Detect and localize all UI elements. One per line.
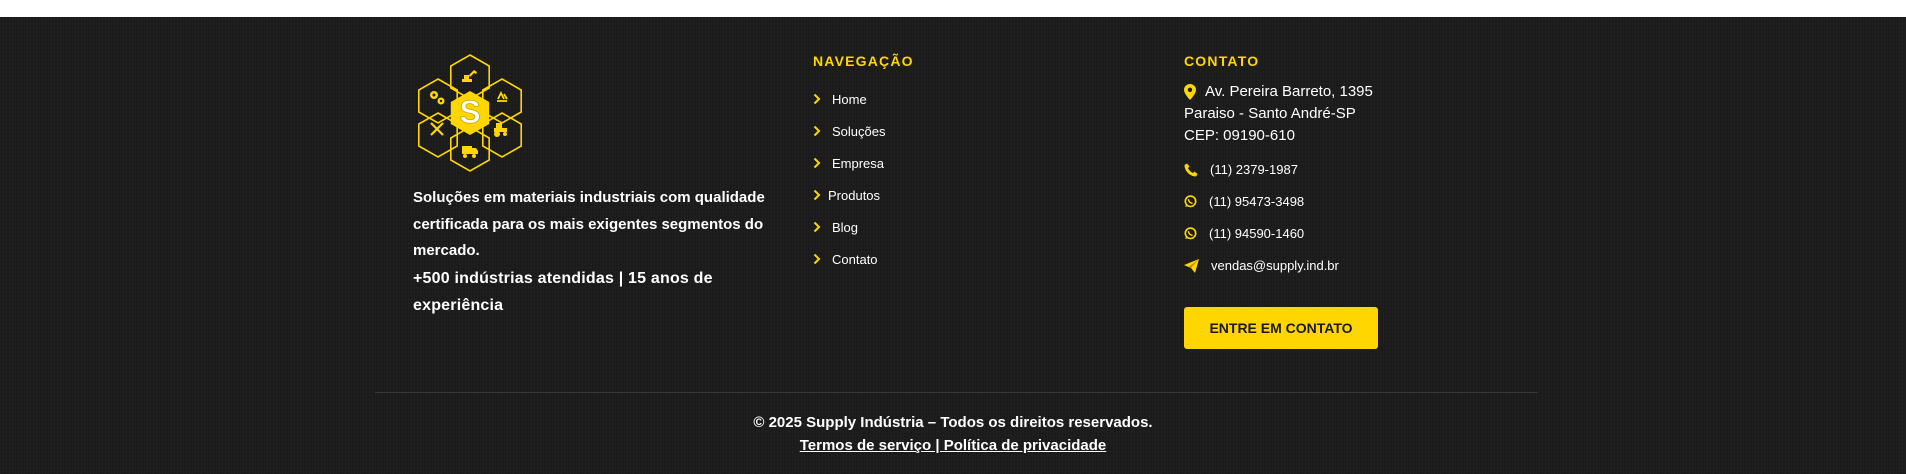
navigation-list: Home Soluções Empresa Produtos Blog Cont… [813,83,885,275]
legal-links: Termos de serviço | Política de privacid… [0,437,1906,454]
nav-item-produtos[interactable]: Produtos [813,179,885,211]
site-footer: S Soluções em materiais industriais com … [0,17,1906,474]
terms-privacy-link[interactable]: Termos de serviço | Política de privacid… [800,437,1107,454]
chevron-right-icon [813,93,823,105]
contact-whatsapp-1[interactable]: (11) 95473-3498 [1184,194,1304,209]
nav-item-label[interactable]: Produtos [828,188,880,203]
navigation-title: NAVEGAÇÃO [813,53,914,69]
whatsapp-number-1[interactable]: (11) 95473-3498 [1209,194,1304,209]
address-line-2: Paraiso - Santo André-SP [1184,105,1356,122]
address-line-3: CEP: 09190-610 [1184,127,1295,144]
whatsapp-icon [1184,227,1197,240]
excavator-icon [462,70,477,82]
address-line-1: Av. Pereira Barreto, 1395 [1205,83,1373,100]
logo-letter: S [459,94,480,130]
brand-logo[interactable]: S [412,52,528,174]
gears-icon [430,91,445,105]
contact-address: Av. Pereira Barreto, 1395 Paraiso - Sant… [1184,81,1373,147]
chevron-right-icon [813,157,823,169]
chevron-right-icon [813,253,823,265]
contact-email[interactable]: vendas@supply.ind.br [1184,258,1339,273]
nav-item-home[interactable]: Home [813,83,885,115]
phone-number[interactable]: (11) 2379-1987 [1210,162,1298,177]
map-pin-icon [1184,84,1196,100]
copyright-text: © 2025 Supply Indústria – Todos os direi… [753,414,1153,431]
whatsapp-icon [1184,195,1197,208]
chevron-right-icon [813,189,821,201]
about-section: Soluções em materiais industriais com qu… [413,185,778,319]
chevron-right-icon [813,221,823,233]
about-description: Soluções em materiais industriais com qu… [413,189,765,259]
truck-icon [462,146,478,158]
nav-item-label[interactable]: Blog [832,220,858,235]
tractor-icon [494,123,507,137]
whatsapp-number-2[interactable]: (11) 94590-1460 [1209,226,1304,241]
paper-plane-icon [1184,258,1199,273]
contact-cta-button[interactable]: ENTRE EM CONTATO [1184,307,1378,349]
nav-item-label[interactable]: Home [832,92,867,107]
email-address[interactable]: vendas@supply.ind.br [1211,258,1339,273]
about-stats: +500 indústrias atendidas | 15 anos de e… [413,269,713,314]
nav-item-solucoes[interactable]: Soluções [813,115,885,147]
nav-item-label[interactable]: Empresa [832,156,884,171]
nav-item-label[interactable]: Contato [832,252,878,267]
contact-whatsapp-2[interactable]: (11) 94590-1460 [1184,226,1304,241]
contact-title: CONTATO [1184,53,1260,69]
nav-item-contato[interactable]: Contato [813,243,885,275]
contact-phone[interactable]: (11) 2379-1987 [1184,162,1298,177]
nav-item-blog[interactable]: Blog [813,211,885,243]
recycle-icon [497,90,508,102]
tools-icon [430,122,444,136]
footer-divider [375,392,1538,393]
nav-item-empresa[interactable]: Empresa [813,147,885,179]
phone-icon [1184,163,1198,176]
chevron-right-icon [813,125,823,137]
nav-item-label[interactable]: Soluções [832,124,885,139]
